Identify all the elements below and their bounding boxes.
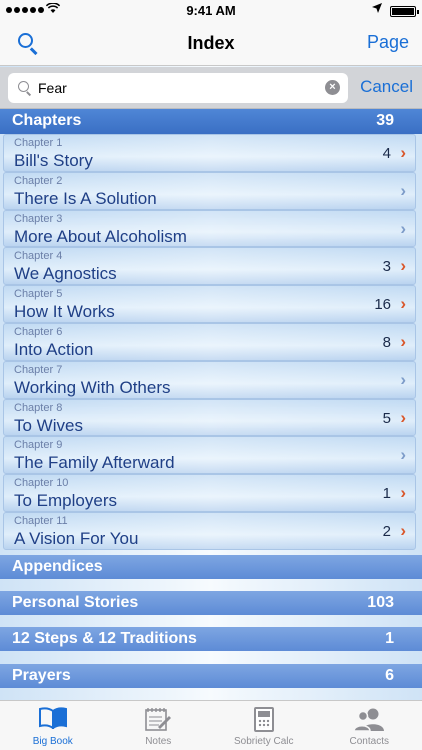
section-header-personal-stories[interactable]: Personal Stories 103: [0, 591, 422, 615]
section-header-prayers[interactable]: Prayers 6: [0, 664, 422, 688]
battery-icon: [390, 6, 419, 17]
chevron-right-icon: ›: [400, 520, 406, 540]
chevron-right-icon: ›: [400, 143, 406, 162]
hit-count: 8: [382, 333, 391, 351]
chapter-row[interactable]: Chapter 11 A Vision For You 2 ›: [3, 511, 416, 550]
chevron-right-icon: ›: [400, 369, 406, 389]
chapter-list: Chapter 1 Bill's Story 4 › Chapter 2 The…: [0, 134, 422, 550]
tab-sobriety-calc[interactable]: Sobriety Calc: [211, 701, 317, 750]
section-header-appendices[interactable]: Appendices: [0, 555, 422, 579]
hit-count: 16: [374, 296, 391, 314]
section-label: Prayers: [12, 667, 71, 684]
clear-search-icon[interactable]: ×: [325, 80, 340, 95]
section-count: 1: [385, 630, 394, 647]
tab-label: Sobriety Calc: [234, 736, 294, 747]
section-label: Appendices: [12, 558, 103, 575]
tab-label: Notes: [145, 736, 172, 747]
chapter-row[interactable]: Chapter 7 Working With Others ›: [3, 360, 416, 399]
search-input[interactable]: Fear ×: [8, 73, 348, 103]
chapter-number: Chapter 9: [14, 439, 63, 452]
section-count: 103: [367, 594, 394, 611]
chapter-row[interactable]: Chapter 2 There Is A Solution ›: [3, 171, 416, 210]
chevron-right-icon: ›: [400, 331, 406, 351]
search-input-value: Fear: [38, 80, 67, 96]
navigation-bar: Index Page: [0, 22, 422, 66]
section-label: Chapters: [12, 112, 82, 129]
section-header-chapters[interactable]: Chapters 39: [0, 109, 422, 134]
tab-contacts[interactable]: Contacts: [317, 701, 422, 750]
chapter-number: Chapter 2: [14, 174, 63, 187]
tab-notes[interactable]: Notes: [106, 701, 212, 750]
book-icon: [38, 707, 67, 730]
chapter-number: Chapter 6: [14, 325, 63, 338]
chapter-title: There Is A Solution: [14, 188, 157, 208]
tab-big-book[interactable]: Big Book: [0, 701, 106, 750]
section-header-steps-traditions[interactable]: 12 Steps & 12 Traditions 1: [0, 627, 422, 651]
chapter-title: Working With Others: [14, 377, 171, 397]
chapter-row[interactable]: Chapter 5 How It Works 16 ›: [3, 285, 416, 323]
search-bar: Fear × Cancel: [0, 67, 422, 109]
chapter-title: More About Alcoholism: [14, 226, 187, 246]
chapter-title: The Family Afterward: [14, 453, 175, 473]
chapter-title: Bill's Story: [14, 151, 93, 170]
chapter-number: Chapter 3: [14, 212, 63, 225]
chapter-title: To Employers: [14, 491, 117, 511]
chapter-number: Chapter 1: [14, 137, 63, 149]
chevron-right-icon: ›: [400, 445, 406, 465]
chapter-row[interactable]: Chapter 9 The Family Afterward ›: [3, 436, 416, 475]
chevron-right-icon: ›: [400, 483, 406, 503]
hit-count: 2: [382, 522, 391, 540]
chapter-row[interactable]: Chapter 8 To Wives 5 ›: [3, 398, 416, 437]
chapter-row[interactable]: Chapter 4 We Agnostics 3 ›: [3, 247, 416, 286]
tab-label: Contacts: [349, 736, 389, 747]
chapter-row[interactable]: Chapter 1 Bill's Story 4 ›: [3, 134, 416, 172]
section-count: 39: [376, 112, 394, 129]
chapter-number: Chapter 5: [14, 288, 63, 301]
page-button[interactable]: Page: [367, 32, 409, 53]
tab-label: Big Book: [32, 736, 73, 747]
chapter-number: Chapter 8: [14, 401, 63, 414]
status-time: 9:41 AM: [186, 3, 236, 18]
location-arrow-icon: [372, 3, 382, 16]
chapter-number: Chapter 11: [14, 514, 68, 527]
section-count: 6: [385, 667, 394, 684]
chevron-right-icon: ›: [400, 407, 406, 427]
chevron-right-icon: ›: [400, 180, 406, 200]
hit-count: 5: [382, 409, 391, 427]
hit-count: 3: [382, 258, 391, 276]
chapter-number: Chapter 7: [14, 363, 63, 376]
chapter-title: How It Works: [14, 302, 115, 322]
contacts-icon: [353, 707, 385, 732]
chapter-title: We Agnostics: [14, 264, 117, 284]
page-title: Index: [187, 33, 235, 53]
cancel-button[interactable]: Cancel: [360, 77, 413, 97]
chapter-title: To Wives: [14, 415, 83, 435]
chapter-row[interactable]: Chapter 6 Into Action 8 ›: [3, 322, 416, 361]
chapter-row[interactable]: Chapter 10 To Employers 1 ›: [3, 474, 416, 512]
chevron-right-icon: ›: [400, 294, 406, 314]
hit-count: 1: [382, 485, 391, 503]
chevron-right-icon: ›: [400, 256, 406, 276]
calculator-icon: [253, 707, 274, 732]
hit-count: 4: [382, 145, 391, 162]
tab-bar: Big Book Notes Sobriety Calc Contacts: [0, 700, 422, 750]
section-label: 12 Steps & 12 Traditions: [12, 630, 197, 647]
chapter-row[interactable]: Chapter 3 More About Alcoholism ›: [3, 209, 416, 248]
chapter-number: Chapter 10: [14, 477, 69, 490]
section-label: Personal Stories: [12, 594, 139, 611]
status-bar: 9:41 AM: [0, 0, 422, 22]
notes-icon: [145, 707, 172, 731]
chapter-number: Chapter 4: [14, 250, 63, 263]
chapter-title: Into Action: [14, 339, 94, 359]
chevron-right-icon: ›: [400, 218, 406, 238]
chapter-title: A Vision For You: [14, 528, 139, 548]
